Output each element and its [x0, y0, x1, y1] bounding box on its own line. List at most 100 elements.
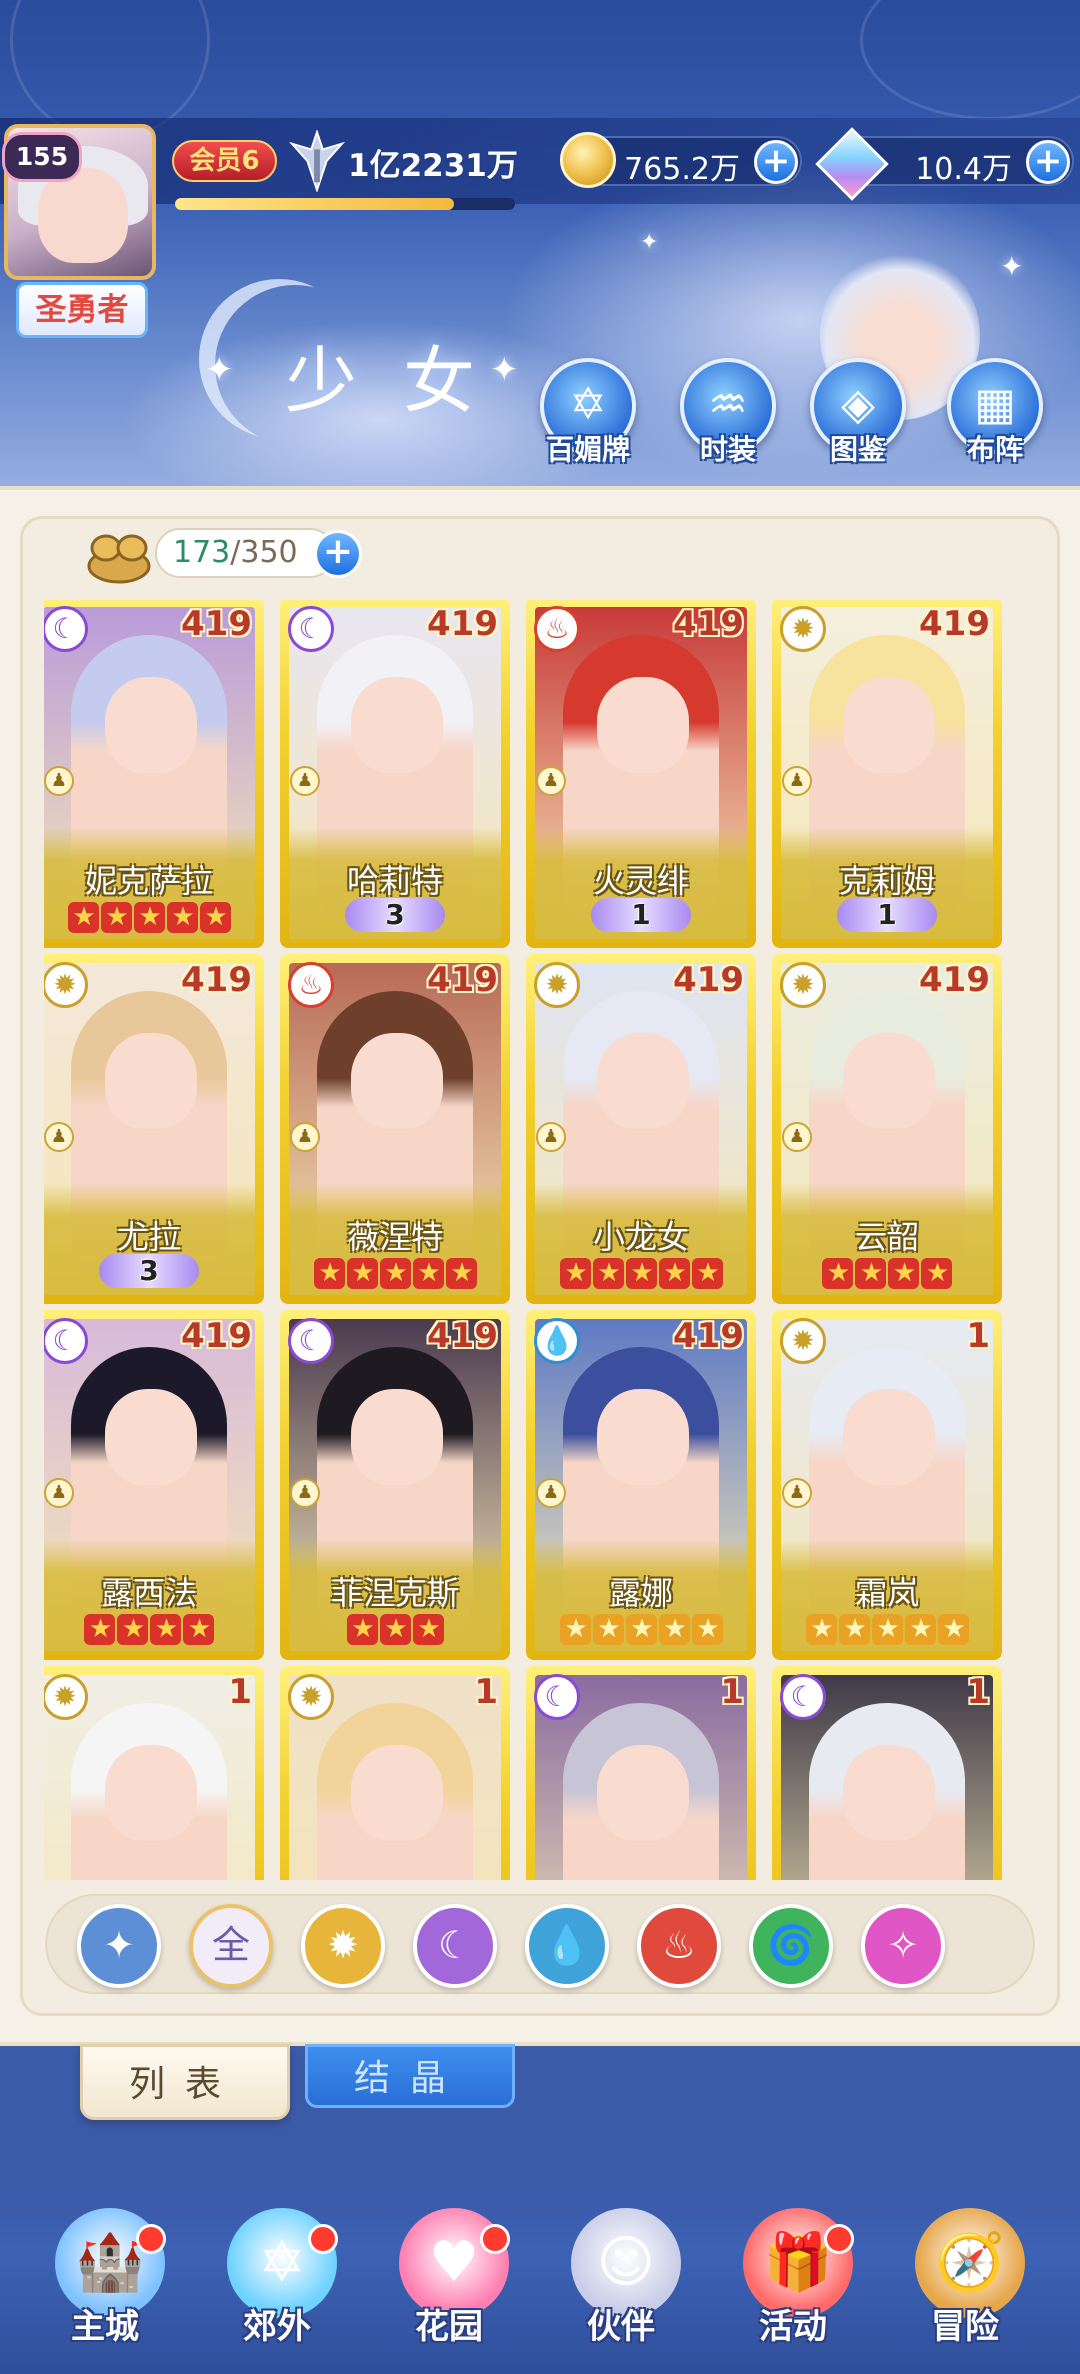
nav-charm-cards[interactable]: ✡ 百媚牌: [538, 358, 638, 468]
partner-card[interactable]: ☾ 1: [526, 1666, 756, 1880]
partner-card[interactable]: ♨ 419 ♟ 火灵绯 1: [526, 600, 756, 948]
star-icon: ★: [822, 1258, 853, 1289]
star-rating: ★ ★ ★ ★ ★: [526, 1610, 756, 1645]
partner-name: 火灵绯: [592, 862, 689, 900]
tab-list[interactable]: 列表: [80, 2044, 290, 2120]
partner-name: 露西法: [100, 1574, 197, 1612]
nav-codex[interactable]: ◈ 图鉴: [808, 358, 908, 468]
class-icon: ♟: [782, 1122, 812, 1152]
bottom-nav-heart[interactable]: ♥ 花园: [374, 2198, 524, 2348]
star-icon: ★: [838, 1614, 870, 1645]
star-icon: ★: [117, 1614, 148, 1645]
partner-card[interactable]: ✹ 1 ♟ 霜岚 ★ ★ ★ ★ ★: [772, 1310, 1002, 1660]
bottom-nav-portal[interactable]: ✡ 郊外: [202, 2198, 352, 2348]
notification-dot: [308, 2224, 338, 2254]
moon-icon: ☾: [437, 1923, 473, 1967]
page-title: 少女: [285, 339, 522, 423]
notification-dot: [480, 2224, 510, 2254]
class-icon: ♟: [44, 766, 74, 796]
star-icon: ★: [937, 1614, 969, 1645]
filter-water-button[interactable]: 💧: [525, 1904, 609, 1988]
partner-card[interactable]: ☾ 419 ♟ 妮克萨拉 ★ ★ ★ ★ ★: [44, 600, 264, 948]
partner-card[interactable]: ✹ 419 ♟ 克莉姆 1: [772, 600, 1002, 948]
star-icon: ★: [888, 1258, 919, 1289]
filter-fire-button[interactable]: ♨: [637, 1904, 721, 1988]
class-icon: ♟: [536, 1478, 566, 1508]
star-icon: ★: [67, 902, 99, 933]
filter-sparkle-button[interactable]: ✦: [77, 1904, 161, 1988]
partner-card[interactable]: ☾ 419 ♟ 菲涅克斯 ★ ★ ★: [280, 1310, 510, 1660]
power-value: 1亿2231万: [348, 148, 518, 184]
partner-card[interactable]: ✹ 419 ♟ 小龙女 ★ ★ ★ ★ ★: [526, 954, 756, 1304]
partner-level: 419: [427, 1316, 498, 1356]
sun-element-icon: ✹: [44, 1674, 88, 1720]
partner-level: 419: [181, 960, 252, 1000]
partner-level: 1: [966, 1672, 990, 1712]
wing-rank-badge: 1: [837, 898, 937, 932]
moon-element-icon: ☾: [44, 606, 88, 652]
filter-all-button[interactable]: 全: [189, 1904, 273, 1988]
partner-name: 霜岚: [854, 1574, 919, 1612]
star-rating: ★ ★ ★: [280, 1610, 510, 1645]
star-icon: ★: [805, 1614, 837, 1645]
partner-card[interactable]: ♨ 419 ♟ 薇涅特 ★ ★ ★ ★ ★: [280, 954, 510, 1304]
star-icon: ★: [379, 1614, 411, 1645]
add-gold-button[interactable]: +: [754, 140, 798, 184]
bottom-nav-partner-avatar[interactable]: ☺ 伙伴: [546, 2198, 696, 2348]
partner-level: 419: [919, 960, 990, 1000]
partner-name: 菲涅克斯: [330, 1574, 459, 1612]
star-icon: ★: [921, 1258, 952, 1289]
partner-level: 419: [427, 960, 498, 1000]
star-icon: ★: [100, 902, 132, 933]
star-icon: ★: [412, 1614, 444, 1645]
partner-name: 尤拉: [116, 1218, 181, 1256]
partner-card[interactable]: ☾ 419 ♟ 哈莉特 3: [280, 600, 510, 948]
expand-capacity-button[interactable]: +: [314, 530, 362, 578]
partner-card[interactable]: ☾ 419 ♟ 露西法 ★ ★ ★ ★: [44, 1310, 264, 1660]
star-icon: ★: [379, 1258, 411, 1289]
moon-element-icon: ☾: [780, 1674, 826, 1720]
partner-level: 419: [673, 960, 744, 1000]
sun-element-icon: ✹: [288, 1674, 334, 1720]
star-icon: ★: [625, 1258, 657, 1289]
fire-element-icon: ♨: [288, 962, 334, 1008]
bottom-nav-gift[interactable]: 🎁 活动: [718, 2198, 868, 2348]
sun-element-icon: ✹: [780, 962, 826, 1008]
star-icon: ★: [412, 1258, 444, 1289]
filter-moon-button[interactable]: ☾: [413, 1904, 497, 1988]
fire-element-icon: ♨: [534, 606, 580, 652]
sun-element-icon: ✹: [534, 962, 580, 1008]
partner-card[interactable]: ☾ 1: [772, 1666, 1002, 1880]
partner-card-grid[interactable]: ☾ 419 ♟ 妮克萨拉 ★ ★ ★ ★ ★ ☾ 419 ♟ 哈莉特 3 ♨ 419 ♟ 火灵绯 1: [44, 600, 1036, 1880]
filter-star-orb-button[interactable]: ✧: [861, 1904, 945, 1988]
partner-card[interactable]: ✹ 1: [44, 1666, 264, 1880]
tab-crystal[interactable]: 结晶: [305, 2044, 515, 2108]
partner-card[interactable]: ✹ 1: [280, 1666, 510, 1880]
add-diamond-button[interactable]: +: [1026, 140, 1070, 184]
partner-card[interactable]: 💧 419 ♟ 露娜 ★ ★ ★ ★ ★: [526, 1310, 756, 1660]
partner-name: 露娜: [608, 1574, 673, 1612]
star-icon: ★: [166, 902, 198, 933]
moon-element-icon: ☾: [534, 1674, 580, 1720]
partner-level: 419: [673, 604, 744, 644]
wing-rank-badge: 3: [345, 898, 445, 932]
all-icon: 全: [211, 1923, 250, 1967]
filter-wind-button[interactable]: 🌀: [749, 1904, 833, 1988]
nav-formation[interactable]: ▦ 布阵: [945, 358, 1045, 468]
partner-name: 克莉姆: [838, 862, 935, 900]
partner-card[interactable]: ✹ 419 ♟ 云韶 ★ ★ ★ ★: [772, 954, 1002, 1304]
class-icon: ♟: [44, 1122, 74, 1152]
sword-power-icon: [288, 130, 346, 192]
player-title-badge[interactable]: 圣勇者: [16, 282, 148, 338]
nav-costume[interactable]: ♒ 时装: [678, 358, 778, 468]
bottom-nav-castle[interactable]: 🏰 主城: [30, 2198, 180, 2348]
filter-sun-button[interactable]: ✹: [301, 1904, 385, 1988]
partner-level: 1: [720, 1672, 744, 1712]
vip-badge[interactable]: 会员6: [172, 140, 277, 182]
partner-card[interactable]: ✹ 419 ♟ 尤拉 3: [44, 954, 264, 1304]
capacity-counter: 173/350: [155, 528, 335, 578]
partner-level: 419: [181, 604, 252, 644]
bottom-nav-compass[interactable]: 🧭 冒险: [890, 2198, 1040, 2348]
partner-name: 哈莉特: [346, 862, 443, 900]
class-icon: ♟: [290, 1122, 320, 1152]
